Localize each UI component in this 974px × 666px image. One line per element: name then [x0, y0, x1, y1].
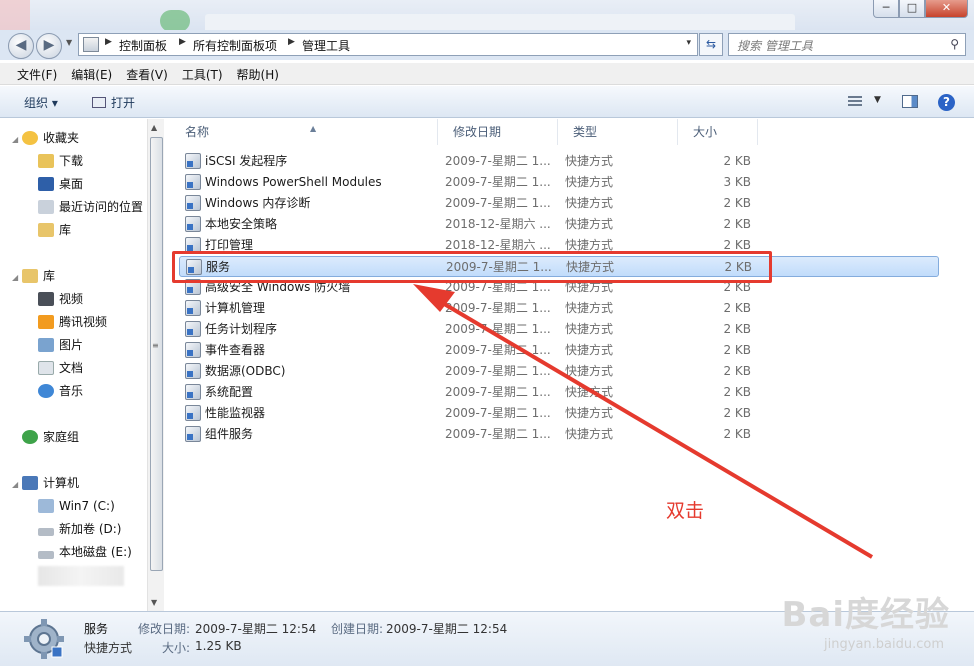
baidu-watermark: Bai度经验	[781, 595, 950, 635]
modified-value: 2009-7-星期二 12:54	[195, 622, 317, 636]
size-label: 大小:	[162, 641, 191, 655]
details-name: 服务	[84, 622, 109, 636]
annotation-arrow	[413, 284, 874, 559]
baidu-watermark-url: jingyan.baidu.com	[824, 637, 944, 652]
annotation-text: 双击	[666, 500, 705, 522]
modified-label: 修改日期:	[138, 622, 191, 636]
created-label: 创建日期:	[331, 622, 384, 636]
services-gear-icon	[24, 619, 64, 659]
created-value: 2009-7-星期二 12:54	[386, 622, 508, 636]
details-type: 快捷方式	[84, 641, 133, 655]
size-value: 1.25 KB	[195, 639, 242, 653]
